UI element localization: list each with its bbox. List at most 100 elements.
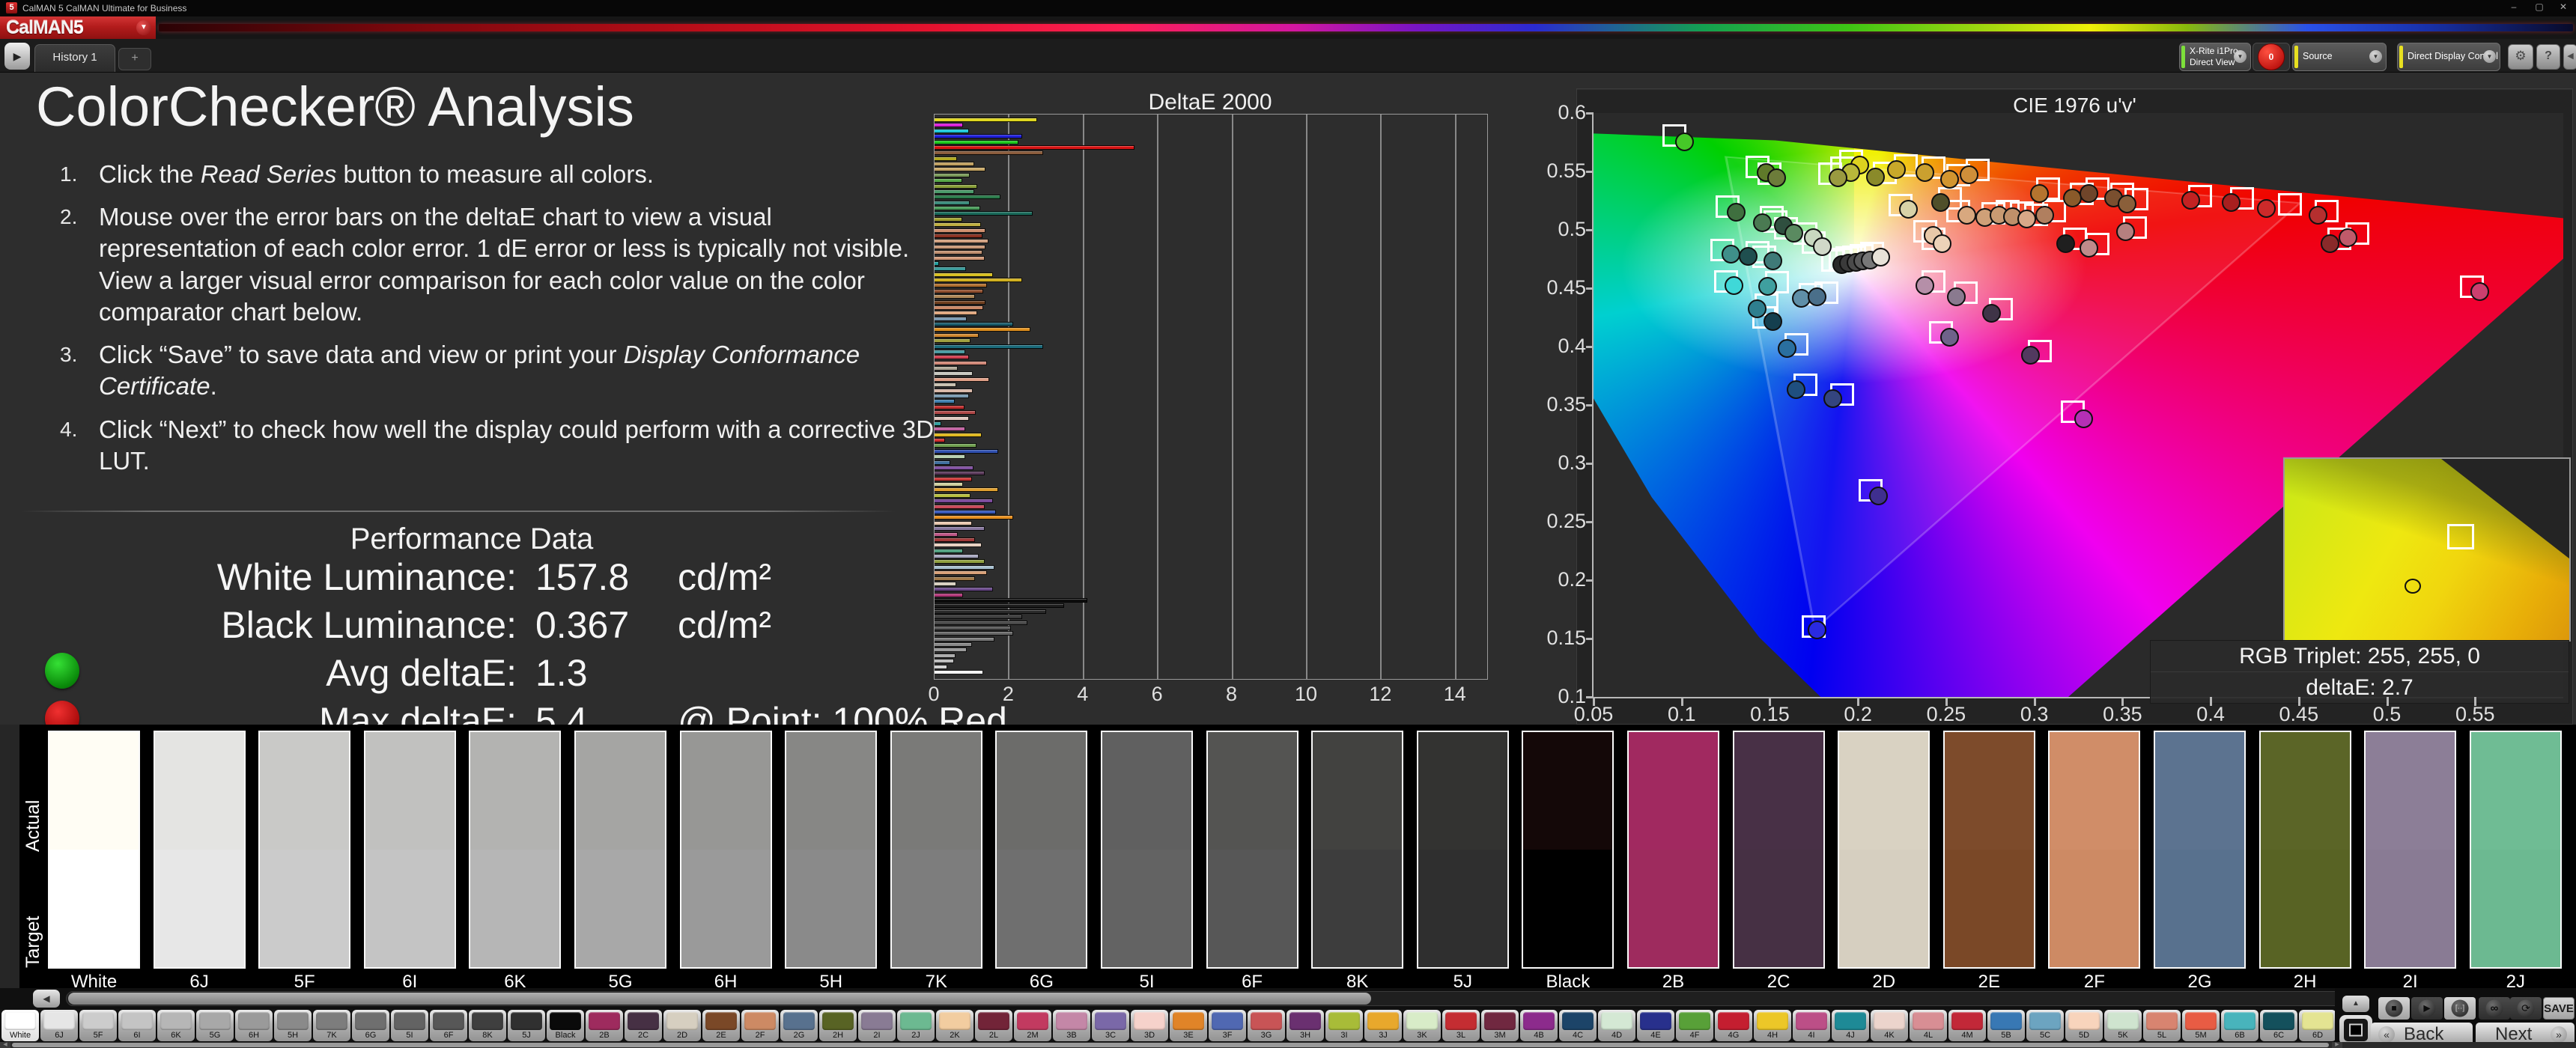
deltae-error-bar[interactable] bbox=[935, 255, 985, 261]
layout-expand-button[interactable]: ▶ bbox=[4, 43, 30, 70]
patch-button-3L[interactable]: 3L bbox=[1442, 1010, 1480, 1041]
refresh-button[interactable]: ⟳ bbox=[2510, 997, 2542, 1020]
deltae-error-bar[interactable] bbox=[935, 554, 979, 559]
deltae-error-bar[interactable] bbox=[935, 233, 983, 238]
deltae-error-bar[interactable] bbox=[935, 564, 994, 570]
deltae-error-bar[interactable] bbox=[935, 244, 986, 249]
deltae-error-bar[interactable] bbox=[935, 460, 950, 465]
scrollbar-thumb[interactable] bbox=[12, 1043, 2329, 1047]
deltae-error-bar[interactable] bbox=[935, 615, 1022, 620]
patch-button-2J[interactable]: 2J bbox=[897, 1010, 935, 1041]
deltae-error-bar[interactable] bbox=[935, 509, 996, 514]
collapse-panel-button[interactable]: ◀ bbox=[2563, 44, 2576, 70]
patch-button-4D[interactable]: 4D bbox=[1598, 1010, 1635, 1041]
deltae-error-bar[interactable] bbox=[935, 150, 1044, 156]
play-read-series-button[interactable]: ▶ bbox=[2411, 997, 2443, 1020]
deltae-error-bar[interactable] bbox=[935, 216, 963, 222]
patch-button-5L[interactable]: 5L bbox=[2143, 1010, 2181, 1041]
deltae-error-bar[interactable] bbox=[935, 598, 1088, 603]
deltae-error-bar[interactable] bbox=[935, 427, 965, 432]
minimize-button[interactable]: – bbox=[2503, 1, 2525, 12]
maximize-button[interactable]: ▢ bbox=[2528, 1, 2551, 12]
patch-button-3B[interactable]: 3B bbox=[1053, 1010, 1090, 1041]
patch-button-4F[interactable]: 4F bbox=[1676, 1010, 1713, 1041]
deltae-error-bar[interactable] bbox=[935, 570, 988, 576]
patch-button-5I[interactable]: 5I bbox=[391, 1010, 428, 1041]
add-tab-button[interactable]: + bbox=[118, 48, 151, 70]
deltae-error-bar[interactable] bbox=[935, 482, 963, 487]
deltae-error-bar[interactable] bbox=[935, 294, 976, 299]
deltae-error-bar[interactable] bbox=[935, 603, 1065, 609]
deltae-error-bar[interactable] bbox=[935, 134, 1022, 139]
deltae-error-bar[interactable] bbox=[935, 388, 973, 393]
deltae-error-bar[interactable] bbox=[935, 123, 964, 128]
patch-button-2L[interactable]: 2L bbox=[975, 1010, 1012, 1041]
deltae-error-bar[interactable] bbox=[935, 327, 1030, 332]
deltae-error-bar[interactable] bbox=[935, 222, 982, 228]
patch-button-4L[interactable]: 4L bbox=[1910, 1010, 1947, 1041]
patch-button-4M[interactable]: 4M bbox=[1948, 1010, 1986, 1041]
comparator-column-5H[interactable] bbox=[785, 731, 878, 969]
patch-button-6H[interactable]: 6H bbox=[235, 1010, 273, 1041]
patch-button-4H[interactable]: 4H bbox=[1754, 1010, 1791, 1041]
calman-logo-menu[interactable]: CalMAN5 ▼ bbox=[0, 16, 156, 39]
comparator-column-White[interactable] bbox=[48, 731, 140, 969]
patch-button-6K[interactable]: 6K bbox=[157, 1010, 195, 1041]
deltae-error-bar[interactable] bbox=[935, 471, 985, 476]
patch-button-2H[interactable]: 2H bbox=[819, 1010, 857, 1041]
deltae-error-bar[interactable] bbox=[935, 178, 962, 183]
deltae-error-bar[interactable] bbox=[935, 338, 971, 344]
deltae-error-bar[interactable] bbox=[935, 272, 993, 277]
comparator-column-8K[interactable] bbox=[1311, 731, 1404, 969]
patch-button-5M[interactable]: 5M bbox=[2182, 1010, 2220, 1041]
deltae-error-bar[interactable] bbox=[935, 504, 985, 509]
patch-button-2E[interactable]: 2E bbox=[702, 1010, 740, 1041]
patch-button-3H[interactable]: 3H bbox=[1287, 1010, 1324, 1041]
deltae-error-bar[interactable] bbox=[935, 631, 1013, 636]
deltae-error-bar[interactable] bbox=[935, 200, 970, 205]
deltae-error-bar[interactable] bbox=[935, 581, 957, 586]
patch-button-6I[interactable]: 6I bbox=[118, 1010, 156, 1041]
patch-button-2M[interactable]: 2M bbox=[1014, 1010, 1051, 1041]
save-button[interactable]: SAVE bbox=[2543, 997, 2575, 1020]
deltae-error-bar[interactable] bbox=[935, 377, 989, 382]
deltae-error-bar[interactable] bbox=[935, 653, 956, 658]
stop-button[interactable]: ■ bbox=[2378, 997, 2410, 1020]
comparator-column-2J[interactable] bbox=[2469, 731, 2562, 969]
deltae-error-bar[interactable] bbox=[935, 465, 974, 470]
deltae-error-bar[interactable] bbox=[935, 189, 975, 194]
patch-button-2C[interactable]: 2C bbox=[625, 1010, 662, 1041]
deltae-error-bar[interactable] bbox=[935, 410, 976, 415]
deltae-error-bar[interactable] bbox=[935, 183, 978, 189]
comparator-column-5J[interactable] bbox=[1416, 731, 1509, 969]
patch-button-4I[interactable]: 4I bbox=[1793, 1010, 1830, 1041]
deltae-error-bar[interactable] bbox=[935, 548, 963, 553]
deltae-error-bar[interactable] bbox=[935, 394, 969, 398]
comparator-column-2B[interactable] bbox=[1627, 731, 1719, 969]
patch-scroll-up-button[interactable]: ▲ bbox=[2342, 996, 2369, 1012]
patch-button-3E[interactable]: 3E bbox=[1170, 1010, 1207, 1041]
patch-button-3I[interactable]: 3I bbox=[1325, 1010, 1363, 1041]
deltae-error-bar[interactable] bbox=[935, 144, 1134, 150]
patch-button-4K[interactable]: 4K bbox=[1871, 1010, 1908, 1041]
deltae-error-bar[interactable] bbox=[935, 404, 965, 409]
patch-button-3J[interactable]: 3J bbox=[1364, 1010, 1402, 1041]
comparator-column-5F[interactable] bbox=[258, 731, 351, 969]
deltae-error-bar[interactable] bbox=[935, 592, 963, 597]
comparator-column-2C[interactable] bbox=[1732, 731, 1825, 969]
comparator-column-2F[interactable] bbox=[2048, 731, 2141, 969]
deltae-error-bar[interactable] bbox=[935, 526, 985, 531]
comparator-column-2D[interactable] bbox=[1838, 731, 1931, 969]
deltae-error-bar[interactable] bbox=[935, 499, 993, 504]
deltae-error-bar[interactable] bbox=[935, 261, 940, 266]
close-button[interactable]: ✕ bbox=[2552, 1, 2575, 12]
patch-button-3M[interactable]: 3M bbox=[1481, 1010, 1519, 1041]
deltae-error-bar[interactable] bbox=[935, 305, 984, 310]
meter-dropdown[interactable]: X-Rite i1Pro Direct View ▼ bbox=[2179, 43, 2251, 71]
patch-button-4J[interactable]: 4J bbox=[1832, 1010, 1869, 1041]
deltae-error-bar[interactable] bbox=[935, 543, 982, 548]
continuous-read-button[interactable]: ∞ bbox=[2479, 997, 2510, 1020]
patch-button-4E[interactable]: 4E bbox=[1637, 1010, 1674, 1041]
deltae-error-bar[interactable] bbox=[935, 399, 955, 404]
settings-gear-button[interactable]: ⚙ bbox=[2508, 44, 2533, 70]
